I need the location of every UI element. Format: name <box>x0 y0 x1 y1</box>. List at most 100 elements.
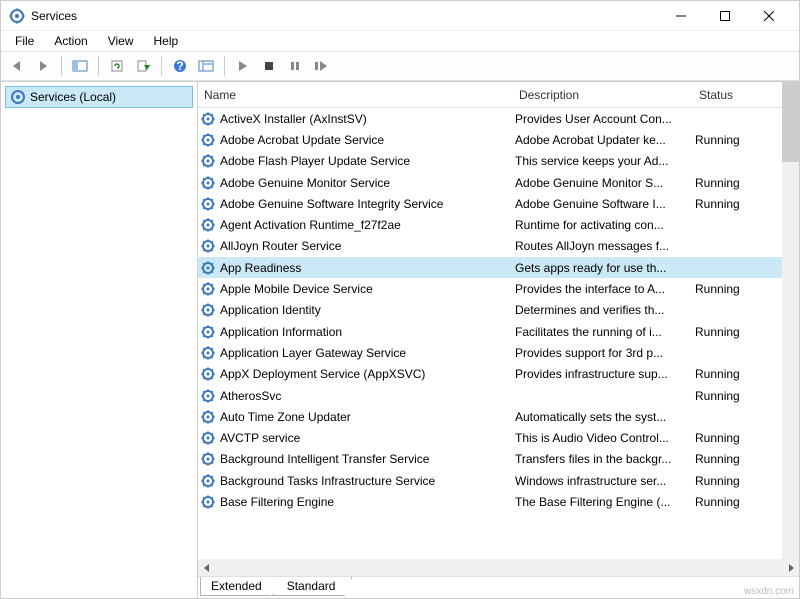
gear-icon <box>200 430 216 446</box>
scroll-right-icon[interactable] <box>782 559 799 576</box>
service-row[interactable]: AppX Deployment Service (AppXSVC)Provide… <box>198 364 782 385</box>
service-description: This is Audio Video Control... <box>515 431 695 445</box>
service-status: Running <box>695 474 755 488</box>
service-description: This service keeps your Ad... <box>515 154 695 168</box>
services-app-icon <box>9 8 25 24</box>
service-name: Adobe Genuine Software Integrity Service <box>220 197 515 211</box>
service-status: Running <box>695 495 755 509</box>
gear-icon <box>200 260 216 276</box>
menu-help[interactable]: Help <box>146 32 187 50</box>
service-row[interactable]: AllJoyn Router ServiceRoutes AllJoyn mes… <box>198 236 782 257</box>
gear-icon <box>200 494 216 510</box>
start-service-button[interactable] <box>231 54 255 78</box>
service-name: AVCTP service <box>220 431 515 445</box>
gear-icon <box>200 238 216 254</box>
service-row[interactable]: Agent Activation Runtime_f27f2aeRuntime … <box>198 214 782 235</box>
vertical-scrollbar[interactable] <box>782 82 799 559</box>
service-status: Running <box>695 176 755 190</box>
column-status[interactable]: Status <box>693 88 763 102</box>
menu-file[interactable]: File <box>7 32 42 50</box>
minimize-button[interactable] <box>659 1 703 31</box>
scroll-left-icon[interactable] <box>198 559 215 576</box>
tab-extended[interactable]: Extended <box>200 577 279 596</box>
service-name: Application Identity <box>220 303 515 317</box>
service-row[interactable]: Adobe Acrobat Update ServiceAdobe Acroba… <box>198 129 782 150</box>
services-icon <box>10 89 26 105</box>
column-description[interactable]: Description <box>513 88 693 102</box>
service-name: Auto Time Zone Updater <box>220 410 515 424</box>
service-row[interactable]: Application InformationFacilitates the r… <box>198 321 782 342</box>
tree-item-services-local[interactable]: Services (Local) <box>5 86 193 108</box>
service-row[interactable]: Background Tasks Infrastructure ServiceW… <box>198 470 782 491</box>
service-row[interactable]: App ReadinessGets apps ready for use th.… <box>198 257 782 278</box>
service-description: The Base Filtering Engine (... <box>515 495 695 509</box>
gear-icon <box>200 388 216 404</box>
service-name: Adobe Acrobat Update Service <box>220 133 515 147</box>
service-row[interactable]: Apple Mobile Device ServiceProvides the … <box>198 278 782 299</box>
gear-icon <box>200 302 216 318</box>
column-headers: Name Description Status <box>198 82 782 108</box>
service-name: Adobe Flash Player Update Service <box>220 154 515 168</box>
service-row[interactable]: Application Layer Gateway ServiceProvide… <box>198 342 782 363</box>
service-row[interactable]: Background Intelligent Transfer ServiceT… <box>198 449 782 470</box>
properties-button[interactable] <box>194 54 218 78</box>
forward-button[interactable] <box>31 54 55 78</box>
toolbar-separator <box>161 56 162 76</box>
toolbar-separator <box>61 56 62 76</box>
service-description: Adobe Acrobat Updater ke... <box>515 133 695 147</box>
service-row[interactable]: AVCTP serviceThis is Audio Video Control… <box>198 427 782 448</box>
service-name: App Readiness <box>220 261 515 275</box>
service-row[interactable]: AtherosSvcRunning <box>198 385 782 406</box>
service-row[interactable]: Adobe Genuine Software Integrity Service… <box>198 193 782 214</box>
service-status: Running <box>695 282 755 296</box>
service-description: Gets apps ready for use th... <box>515 261 695 275</box>
service-name: Application Information <box>220 325 515 339</box>
window-title: Services <box>31 9 659 23</box>
service-name: Adobe Genuine Monitor Service <box>220 176 515 190</box>
show-hide-tree-button[interactable] <box>68 54 92 78</box>
service-row[interactable]: Adobe Flash Player Update ServiceThis se… <box>198 151 782 172</box>
service-row[interactable]: ActiveX Installer (AxInstSV)Provides Use… <box>198 108 782 129</box>
gear-icon <box>200 281 216 297</box>
refresh-button[interactable] <box>105 54 129 78</box>
gear-icon <box>200 345 216 361</box>
pause-service-button[interactable] <box>283 54 307 78</box>
maximize-button[interactable] <box>703 1 747 31</box>
restart-service-button[interactable] <box>309 54 333 78</box>
tree-pane: Services (Local) <box>1 82 198 598</box>
gear-icon <box>200 111 216 127</box>
service-status: Running <box>695 197 755 211</box>
service-row[interactable]: Application IdentityDetermines and verif… <box>198 300 782 321</box>
view-tabs: Extended Standard <box>198 576 799 598</box>
svg-text:?: ? <box>176 59 183 73</box>
close-button[interactable] <box>747 1 791 31</box>
service-status: Running <box>695 133 755 147</box>
scrollbar-thumb[interactable] <box>782 82 799 162</box>
service-name: ActiveX Installer (AxInstSV) <box>220 112 515 126</box>
tab-standard[interactable]: Standard <box>272 577 353 596</box>
service-row[interactable]: Adobe Genuine Monitor ServiceAdobe Genui… <box>198 172 782 193</box>
service-row[interactable]: Auto Time Zone UpdaterAutomatically sets… <box>198 406 782 427</box>
back-button[interactable] <box>5 54 29 78</box>
service-description: Determines and verifies th... <box>515 303 695 317</box>
horizontal-scrollbar[interactable] <box>198 559 799 576</box>
gear-icon <box>200 217 216 233</box>
menu-view[interactable]: View <box>100 32 142 50</box>
tree-item-label: Services (Local) <box>30 90 116 104</box>
menu-action[interactable]: Action <box>46 32 95 50</box>
gear-icon <box>200 366 216 382</box>
column-name[interactable]: Name <box>198 88 513 102</box>
service-name: Background Intelligent Transfer Service <box>220 452 515 466</box>
service-row[interactable]: Base Filtering EngineThe Base Filtering … <box>198 491 782 512</box>
service-status: Running <box>695 389 755 403</box>
toolbar-separator <box>98 56 99 76</box>
service-description: Provides infrastructure sup... <box>515 367 695 381</box>
stop-service-button[interactable] <box>257 54 281 78</box>
export-list-button[interactable] <box>131 54 155 78</box>
service-name: Background Tasks Infrastructure Service <box>220 474 515 488</box>
help-button[interactable]: ? <box>168 54 192 78</box>
service-description: Windows infrastructure ser... <box>515 474 695 488</box>
menubar: File Action View Help <box>1 31 799 51</box>
service-name: AppX Deployment Service (AppXSVC) <box>220 367 515 381</box>
gear-icon <box>200 175 216 191</box>
